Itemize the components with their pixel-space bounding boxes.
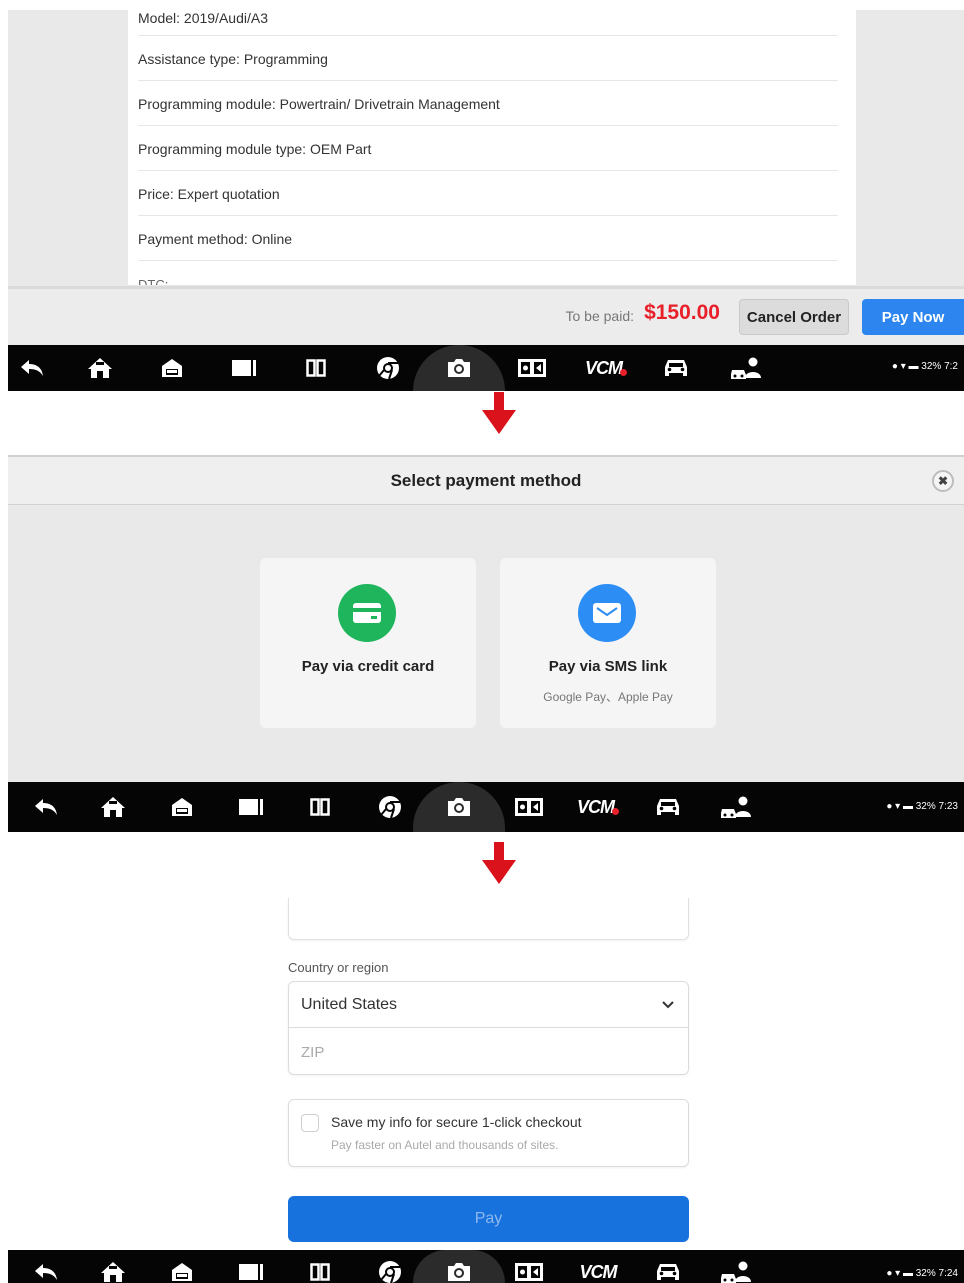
car-icon[interactable] (648, 1250, 688, 1283)
credit-card-label: Pay via credit card (301, 658, 435, 675)
car-icon[interactable] (656, 345, 696, 391)
envelope-icon (578, 584, 636, 642)
chrome-icon[interactable] (370, 782, 410, 832)
chrome-icon[interactable] (370, 1250, 410, 1283)
recent-apps-icon[interactable] (296, 345, 336, 391)
camera-icon[interactable] (439, 1250, 479, 1283)
remote-expert-icon[interactable] (726, 345, 766, 391)
vcm-icon[interactable]: VCM (582, 345, 630, 391)
chevron-down-icon (662, 1001, 674, 1009)
to-be-paid-label: To be paid: (565, 308, 635, 324)
country-value: United States (301, 995, 398, 1013)
recent-apps-icon[interactable] (300, 782, 340, 832)
amount-due: $150.00 (644, 301, 720, 324)
credit-card-option[interactable]: Pay via credit card (260, 558, 476, 728)
save-info-checkbox[interactable] (301, 1114, 319, 1132)
vcm-alert-dot-icon (612, 807, 619, 815)
screen-mirror-icon[interactable] (509, 782, 549, 832)
signal-icon: ▬ (908, 361, 919, 372)
android-nav-bar: VCM ● ▾ ▬ 32% 7:2 (8, 345, 964, 391)
zip-input[interactable]: ZIP (289, 1029, 688, 1075)
country-zip-group: United States ZIP (288, 981, 689, 1075)
order-row-module-type: Programming module type: OEM Part (138, 127, 838, 171)
wifi-icon: ▾ (895, 1268, 901, 1279)
home-icon[interactable] (93, 782, 133, 832)
car-icon[interactable] (648, 782, 688, 832)
android-nav-bar: VCM ● ▾ ▬ 32% 7:23 (8, 782, 964, 832)
back-icon[interactable] (26, 1250, 66, 1283)
country-select[interactable]: United States (289, 982, 688, 1028)
camera-icon[interactable] (439, 782, 479, 832)
cancel-order-button[interactable]: Cancel Order (739, 299, 849, 335)
sms-link-option[interactable]: Pay via SMS link Google Pay、Apple Pay (500, 558, 716, 728)
screen-icon[interactable] (231, 782, 271, 832)
pay-now-button[interactable]: Pay Now (862, 299, 964, 335)
country-label: Country or region (288, 960, 389, 975)
credit-card-icon (338, 584, 396, 642)
android-nav-bar: VCM ● ▾ ▬ 32% 7:24 (8, 1250, 964, 1283)
checkout-form: Country or region United States ZIP Save… (0, 890, 964, 1250)
location-icon: ● (886, 801, 893, 812)
order-row-dtc: DTC: (138, 277, 169, 285)
vcm-icon[interactable]: VCM (574, 782, 622, 832)
zip-placeholder: ZIP (301, 1043, 325, 1061)
order-row-model: Model: 2019/Audi/A3 (138, 10, 838, 36)
location-icon: ● (891, 361, 898, 372)
screen-mirror-icon[interactable] (509, 1250, 549, 1283)
save-info-option[interactable]: Save my info for secure 1-click checkout… (288, 1099, 689, 1167)
order-details-card: Model: 2019/Audi/A3 Assistance type: Pro… (128, 10, 856, 285)
down-arrow-icon (482, 842, 516, 884)
modal-header: Select payment method ✖ (8, 455, 964, 505)
remote-expert-icon[interactable] (716, 782, 756, 832)
back-icon[interactable] (26, 782, 66, 832)
status-bar: ● ▾ ▬ 32% 7:24 (886, 1268, 958, 1279)
status-bar: ● ▾ ▬ 32% 7:23 (886, 801, 958, 812)
garage-icon[interactable] (162, 782, 202, 832)
order-row-assistance-type: Assistance type: Programming (138, 37, 838, 81)
payment-bar: To be paid: $150.00 Cancel Order Pay Now (8, 286, 964, 345)
wifi-icon: ▾ (900, 361, 906, 372)
order-row-programming-module: Programming module: Powertrain/ Drivetra… (138, 82, 838, 126)
save-info-subtitle: Pay faster on Autel and thousands of sit… (331, 1138, 559, 1152)
location-icon: ● (886, 1268, 893, 1279)
garage-icon[interactable] (152, 345, 192, 391)
address-input[interactable] (288, 898, 689, 940)
screen-icon[interactable] (224, 345, 264, 391)
garage-icon[interactable] (162, 1250, 202, 1283)
down-arrow-icon (482, 392, 516, 434)
sms-link-label: Pay via SMS link (548, 658, 668, 675)
recent-apps-icon[interactable] (300, 1250, 340, 1283)
save-info-title: Save my info for secure 1-click checkout (331, 1114, 582, 1130)
chrome-icon[interactable] (368, 345, 408, 391)
screen-mirror-icon[interactable] (512, 345, 552, 391)
screen-icon[interactable] (231, 1250, 271, 1283)
status-bar: ● ▾ ▬ 32% 7:2 (891, 361, 958, 372)
signal-icon: ▬ (902, 1268, 913, 1279)
wifi-icon: ▾ (895, 801, 901, 812)
modal-title: Select payment method (390, 470, 582, 490)
order-row-payment-method: Payment method: Online (138, 217, 838, 261)
order-row-price: Price: Expert quotation (138, 172, 838, 216)
back-icon[interactable] (12, 345, 52, 391)
pay-button[interactable]: Pay (288, 1196, 689, 1242)
remote-expert-icon[interactable] (716, 1250, 756, 1283)
order-details-panel: Model: 2019/Audi/A3 Assistance type: Pro… (8, 10, 964, 345)
sms-link-subtitle: Google Pay、Apple Pay (543, 690, 673, 704)
signal-icon: ▬ (902, 801, 913, 812)
vcm-alert-dot-icon (620, 368, 627, 376)
home-icon[interactable] (80, 345, 120, 391)
close-icon[interactable]: ✖ (932, 470, 954, 492)
home-icon[interactable] (93, 1250, 133, 1283)
payment-method-modal: Select payment method ✖ Pay via credit c… (8, 455, 964, 782)
camera-icon[interactable] (439, 345, 479, 391)
vcm-icon[interactable]: VCM (574, 1250, 622, 1283)
